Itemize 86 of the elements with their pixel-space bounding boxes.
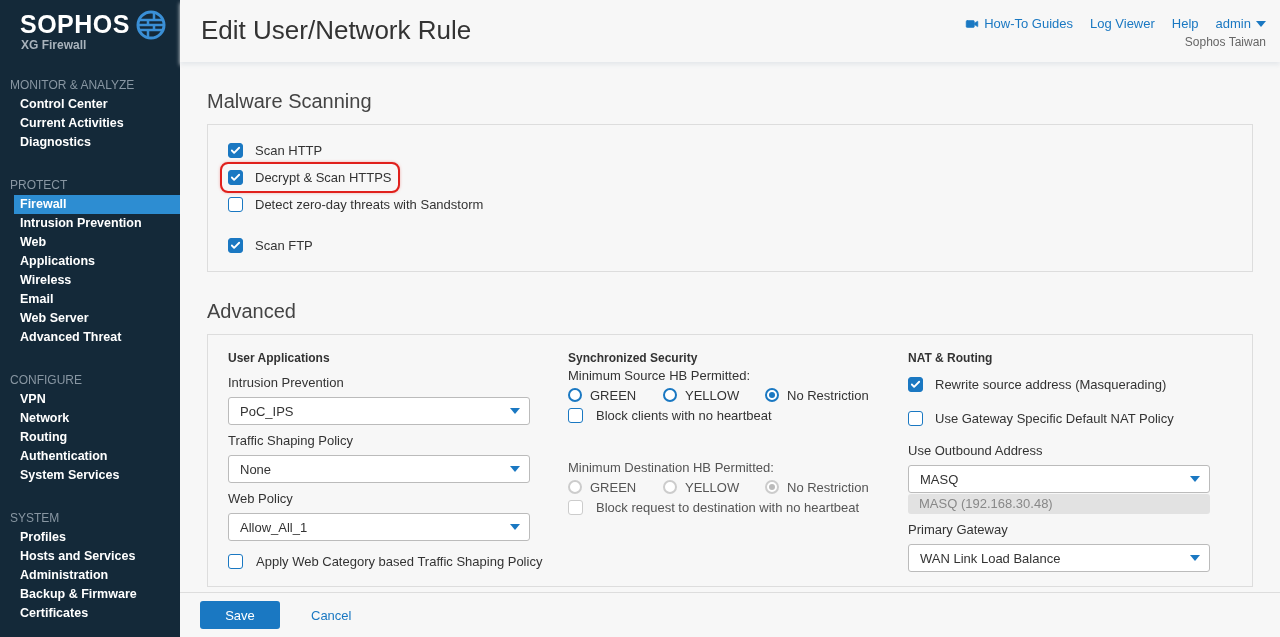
globe-brick-icon bbox=[136, 10, 166, 40]
dropdown-caret-icon bbox=[1190, 555, 1200, 561]
radio-label: No Restriction bbox=[787, 387, 869, 403]
nav-item[interactable]: Administration bbox=[14, 566, 180, 585]
nav-item[interactable]: Profiles bbox=[14, 528, 180, 547]
radio-button[interactable] bbox=[663, 388, 677, 402]
radio-button[interactable] bbox=[765, 388, 779, 402]
nav-item[interactable]: Current Activities bbox=[14, 114, 180, 133]
organization-name: Sophos Taiwan bbox=[1184, 35, 1266, 49]
checkbox-label: Block clients with no heartbeat bbox=[596, 407, 772, 423]
nav-item[interactable]: Wireless bbox=[14, 271, 180, 290]
radio-label: No Restriction bbox=[787, 479, 869, 495]
nav-item[interactable]: Certificates bbox=[14, 604, 180, 623]
checkbox[interactable] bbox=[228, 170, 243, 185]
header-link[interactable]: Help bbox=[1171, 16, 1199, 31]
nav-item[interactable]: Web Server bbox=[14, 309, 180, 328]
field-label: Use Outbound Address bbox=[908, 442, 1044, 460]
nav-item[interactable]: Intrusion Prevention bbox=[14, 214, 180, 233]
dropdown[interactable]: WAN Link Load Balance bbox=[908, 544, 1210, 572]
nav-item[interactable]: VPN bbox=[14, 390, 180, 409]
nav-item[interactable]: Backup & Firmware bbox=[14, 585, 180, 604]
section-title: CONFIGURE bbox=[10, 373, 83, 388]
column-title: Synchronized Security bbox=[568, 350, 699, 367]
field-label: Minimum Source HB Permitted: bbox=[568, 367, 752, 385]
checkbox-label: Apply Web Category based Traffic Shaping Policy bbox=[256, 553, 543, 569]
field-label: Web Policy bbox=[228, 490, 294, 508]
nav-item[interactable]: Authentication bbox=[14, 447, 180, 466]
header-link[interactable]: Log Viewer bbox=[1090, 16, 1155, 31]
checkbox-label: Detect zero-day threats with Sandstorm bbox=[255, 197, 484, 212]
checkbox[interactable] bbox=[908, 376, 923, 392]
radio-button[interactable] bbox=[568, 388, 582, 402]
dropdown-caret-icon bbox=[510, 408, 520, 414]
address-detail: MASQ (192.168.30.48) bbox=[908, 494, 1210, 514]
radio-label: GREEN bbox=[590, 479, 637, 495]
section-heading: Advanced bbox=[207, 299, 297, 324]
dropdown[interactable]: PoC_IPS bbox=[228, 397, 530, 425]
checkbox[interactable] bbox=[228, 197, 243, 212]
checkbox-label: Decrypt & Scan HTTPS bbox=[255, 170, 392, 185]
checkbox[interactable] bbox=[908, 410, 923, 426]
nav-item[interactable]: Control Center bbox=[14, 95, 180, 114]
radio-label: YELLOW bbox=[685, 387, 740, 403]
column-title: User Applications bbox=[228, 350, 331, 367]
logo-text: SOPHOS bbox=[20, 10, 130, 38]
dropdown[interactable]: None bbox=[228, 455, 530, 483]
nav-item[interactable]: Advanced Threat bbox=[14, 328, 180, 347]
section-title: MONITOR & ANALYZE bbox=[10, 78, 136, 93]
save-button[interactable]: Save bbox=[200, 601, 280, 629]
nav-item[interactable]: Applications bbox=[14, 252, 180, 271]
checkbox-label: Scan HTTP bbox=[255, 143, 323, 158]
checkbox[interactable] bbox=[228, 553, 243, 569]
product-name: XG Firewall bbox=[21, 38, 88, 52]
nav-item[interactable]: Routing bbox=[14, 428, 180, 447]
dropdown[interactable]: MASQ bbox=[908, 465, 1210, 493]
nav-item[interactable]: Diagnostics bbox=[14, 133, 180, 152]
checkbox[interactable] bbox=[228, 238, 243, 253]
field-label: Minimum Destination HB Permitted: bbox=[568, 459, 775, 477]
field-label: Traffic Shaping Policy bbox=[228, 432, 354, 450]
checkbox[interactable] bbox=[228, 143, 243, 158]
checkbox[interactable] bbox=[568, 407, 583, 423]
nav-item[interactable]: Hosts and Services bbox=[14, 547, 180, 566]
dropdown-caret-icon bbox=[1256, 20, 1266, 27]
nav-item[interactable]: Network bbox=[14, 409, 180, 428]
checkbox-label: Block request to destination with no heartbeat bbox=[596, 499, 860, 515]
radio-label: YELLOW bbox=[685, 479, 740, 495]
nav-item[interactable]: Email bbox=[14, 290, 180, 309]
checkbox-label: Scan FTP bbox=[255, 238, 313, 253]
nav-item[interactable]: System Services bbox=[14, 466, 180, 485]
checkbox-label: Use Gateway Specific Default NAT Policy bbox=[935, 410, 1174, 426]
radio-label: GREEN bbox=[590, 387, 637, 403]
header-link[interactable]: How-To Guides bbox=[965, 16, 1073, 31]
section-heading: Malware Scanning bbox=[207, 89, 373, 114]
column-title: NAT & Routing bbox=[908, 350, 994, 367]
dropdown[interactable]: Allow_All_1 bbox=[228, 513, 530, 541]
header-link[interactable]: admin bbox=[1215, 16, 1266, 31]
cancel-link[interactable]: Cancel bbox=[311, 607, 352, 623]
section-title: PROTECT bbox=[10, 178, 69, 193]
section-title: SYSTEM bbox=[10, 511, 61, 526]
dropdown-caret-icon bbox=[1190, 476, 1200, 482]
field-label: Primary Gateway bbox=[908, 521, 1009, 539]
checkbox-label: Rewrite source address (Masquerading) bbox=[935, 376, 1167, 392]
dropdown-caret-icon bbox=[510, 524, 520, 530]
page-title: Edit User/Network Rule bbox=[201, 15, 472, 47]
dropdown-caret-icon bbox=[510, 466, 520, 472]
nav-item[interactable]: Firewall bbox=[14, 195, 180, 214]
field-label: Intrusion Prevention bbox=[228, 374, 345, 392]
nav-item[interactable]: Web bbox=[14, 233, 180, 252]
